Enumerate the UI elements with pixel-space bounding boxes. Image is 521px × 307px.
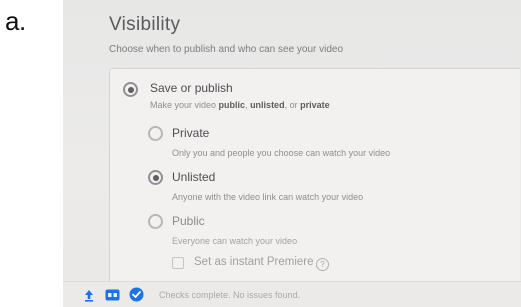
save-or-publish-label[interactable]: Save or publish	[150, 81, 233, 95]
private-desc: Only you and people you choose can watch…	[172, 148, 391, 158]
unlisted-radio[interactable]	[148, 170, 163, 185]
private-radio[interactable]	[148, 126, 163, 141]
checks-status-text: Checks complete. No issues found.	[159, 290, 301, 300]
instant-premiere-label[interactable]: Set as instant Premiere	[194, 256, 314, 268]
upload-icon[interactable]	[83, 289, 95, 302]
unlisted-label[interactable]: Unlisted	[172, 170, 215, 184]
save-or-publish-panel: Save or publish Make your video public, …	[109, 68, 520, 285]
save-or-publish-radio[interactable]	[123, 82, 138, 97]
visibility-title: Visibility	[109, 14, 181, 35]
visibility-screen: Visibility Choose when to publish and wh…	[63, 0, 521, 307]
instant-premiere-checkbox[interactable]	[172, 257, 184, 269]
status-footer: Checks complete. No issues found.	[63, 281, 521, 307]
save-or-publish-desc: Make your video public, unlisted, or pri…	[150, 100, 330, 110]
public-desc: Everyone can watch your video	[172, 236, 298, 246]
public-radio[interactable]	[148, 214, 163, 229]
help-icon[interactable]: ?	[316, 258, 329, 271]
hd-badge-icon[interactable]	[105, 289, 120, 301]
checks-complete-icon[interactable]	[129, 287, 144, 302]
private-label[interactable]: Private	[172, 126, 209, 140]
public-label[interactable]: Public	[172, 214, 205, 228]
figure-label: a.	[5, 6, 26, 36]
visibility-subtitle: Choose when to publish and who can see y…	[109, 44, 344, 55]
unlisted-desc: Anyone with the video link can watch you…	[172, 192, 364, 202]
